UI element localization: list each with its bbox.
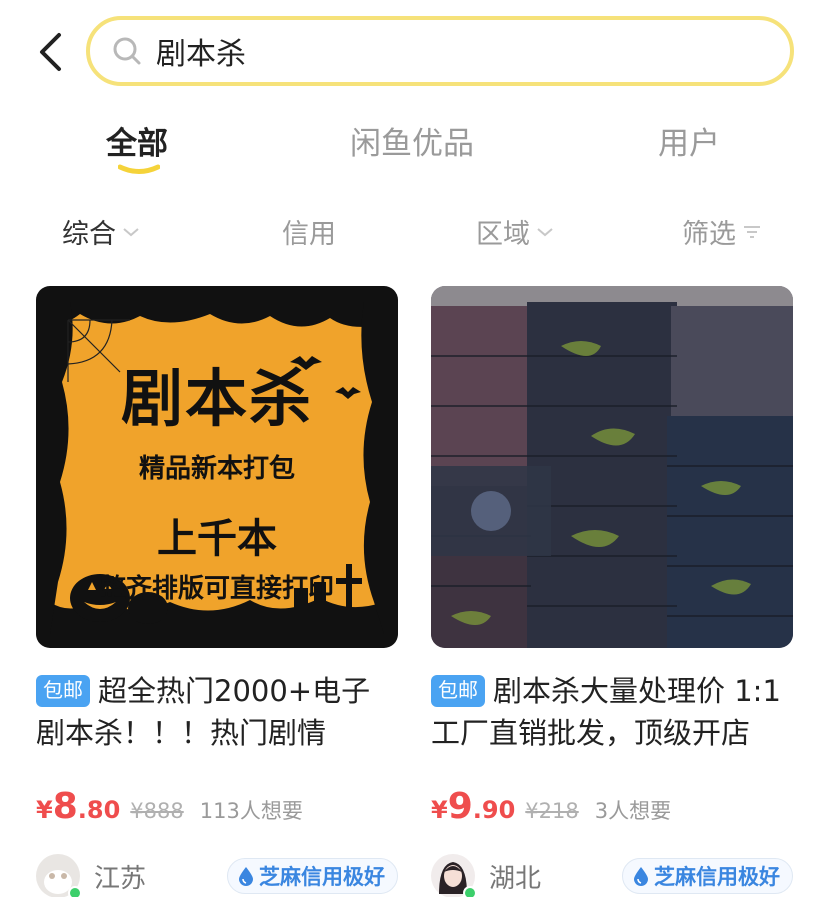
filter-icon: [742, 223, 762, 241]
boxes-photo: [431, 286, 793, 648]
filter-region-label: 区域: [476, 219, 530, 250]
product-image[interactable]: [431, 286, 793, 648]
product-card[interactable]: 包邮 剧本杀大量处理价 1:1工厂直销批发，顶级开店 ¥ 9 .90 ¥218 3…: [431, 286, 793, 897]
poster-title: 剧本杀: [120, 362, 313, 435]
online-status-dot: [68, 886, 82, 897]
price-currency: ¥: [431, 796, 448, 824]
tab-all[interactable]: 全部: [106, 118, 168, 163]
filter-region[interactable]: 区域: [476, 212, 554, 251]
tab-xianyu-youpin[interactable]: 闲鱼优品: [350, 118, 474, 163]
credit-badge: 芝麻信用极好: [622, 858, 793, 894]
product-card[interactable]: 剧本杀 精品新本打包 上千本 整齐排版可直接打印 包邮 超全热门2000+电子剧本…: [36, 286, 398, 897]
original-price: ¥218: [525, 799, 579, 823]
avatar[interactable]: [431, 854, 477, 897]
original-price: ¥888: [130, 799, 184, 823]
search-input[interactable]: 剧本杀: [156, 29, 716, 73]
wants-count: 113人想要: [199, 799, 303, 823]
seller-row[interactable]: 湖北 芝麻信用极好: [431, 853, 793, 897]
online-status-dot: [463, 886, 477, 897]
price-decimal: .80: [77, 796, 121, 824]
poster-image: 剧本杀 精品新本打包 上千本 整齐排版可直接打印: [36, 286, 398, 648]
product-title[interactable]: 包邮 剧本杀大量处理价 1:1工厂直销批发，顶级开店: [431, 670, 793, 754]
avatar[interactable]: [36, 854, 82, 897]
price-row: ¥ 9 .90 ¥218 3人想要: [431, 786, 793, 827]
credit-badge: 芝麻信用极好: [227, 858, 398, 894]
drop-icon: [238, 866, 254, 886]
back-button[interactable]: [30, 30, 70, 74]
search-icon: [110, 34, 144, 68]
filter-credit-label: 信用: [282, 219, 336, 250]
tab-users[interactable]: 用户: [658, 118, 720, 163]
wants-count: 3人想要: [594, 799, 672, 823]
seller-location: 江苏: [94, 863, 147, 894]
price-currency: ¥: [36, 796, 53, 824]
poster-headline: 上千本: [157, 516, 277, 562]
filter-comprehensive-label: 综合: [62, 219, 116, 250]
active-tab-indicator: [118, 164, 160, 174]
free-shipping-badge: 包邮: [431, 675, 485, 707]
drop-icon: [633, 866, 649, 886]
price-integer: 9: [447, 786, 473, 827]
filter-credit[interactable]: 信用: [282, 212, 336, 251]
price-decimal: .90: [472, 796, 516, 824]
poster-subtitle: 精品新本打包: [138, 454, 295, 484]
chevron-left-icon: [40, 33, 61, 71]
free-shipping-badge: 包邮: [36, 675, 90, 707]
product-image[interactable]: 剧本杀 精品新本打包 上千本 整齐排版可直接打印: [36, 286, 398, 648]
price-row: ¥ 8 .80 ¥888 113人想要: [36, 786, 398, 827]
seller-row[interactable]: 江苏 芝麻信用极好: [36, 853, 398, 897]
search-box[interactable]: 剧本杀: [86, 16, 794, 86]
product-title[interactable]: 包邮 超全热门2000+电子剧本杀！！！热门剧情: [36, 670, 398, 754]
credit-label: 芝麻信用极好: [259, 865, 385, 889]
seller-location: 湖北: [489, 863, 542, 894]
filter-screen[interactable]: 筛选: [682, 212, 762, 251]
poster-background: 剧本杀 精品新本打包 上千本 整齐排版可直接打印: [50, 302, 384, 634]
filter-bar: 综合 信用 区域 筛选: [0, 212, 828, 252]
credit-label: 芝麻信用极好: [654, 865, 780, 889]
chevron-down-icon: [536, 226, 554, 238]
filter-screen-label: 筛选: [682, 219, 736, 250]
poster-footer-text: 整齐排版可直接打印: [99, 574, 334, 604]
chevron-down-icon: [122, 226, 140, 238]
filter-comprehensive[interactable]: 综合: [62, 212, 140, 251]
price-integer: 8: [52, 786, 78, 827]
